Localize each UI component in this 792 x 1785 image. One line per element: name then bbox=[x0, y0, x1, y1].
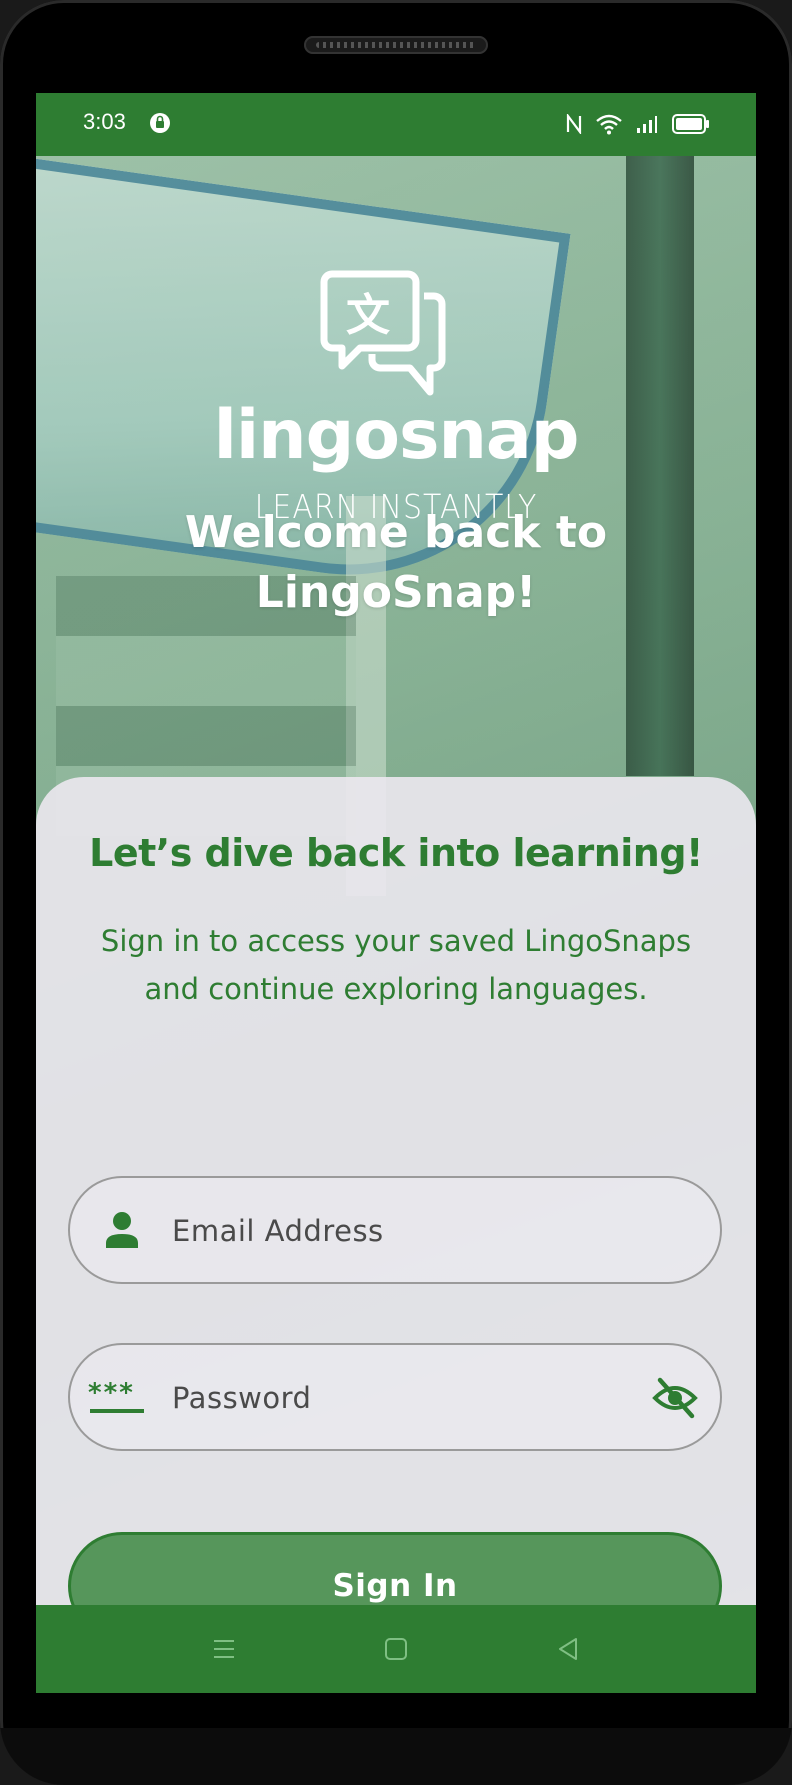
signal-icon bbox=[637, 116, 657, 133]
welcome-line-1: Welcome back to bbox=[184, 507, 608, 558]
navigation-bar bbox=[36, 1605, 756, 1693]
card-title: Let’s dive back into learning! bbox=[89, 831, 703, 875]
chat-translate-icon: 文 bbox=[320, 270, 446, 396]
wifi-icon bbox=[596, 114, 622, 135]
card-subtitle-line-2: and continue exploring languages. bbox=[144, 972, 648, 1006]
logo-wordmark: lingosnap bbox=[213, 396, 580, 475]
person-icon bbox=[106, 1212, 138, 1248]
nfc-icon bbox=[566, 114, 582, 134]
privacy-icon bbox=[150, 113, 170, 133]
svg-text:***: *** bbox=[88, 1378, 135, 1408]
bottom-bezel bbox=[0, 1728, 792, 1785]
status-icons bbox=[566, 109, 710, 139]
screen: 3:03 文 lingosnap LEARN INSTANTLY Welcome… bbox=[36, 93, 756, 1693]
speaker-grille bbox=[304, 36, 488, 54]
status-bar: 3:03 bbox=[36, 93, 756, 156]
menu-icon[interactable] bbox=[208, 1633, 240, 1665]
phone-frame: 3:03 文 lingosnap LEARN INSTANTLY Welcome… bbox=[0, 0, 792, 1785]
email-input[interactable] bbox=[170, 1198, 614, 1264]
home-icon[interactable] bbox=[380, 1633, 412, 1665]
logo-glyph: 文 bbox=[346, 290, 390, 341]
eye-off-icon[interactable] bbox=[652, 1376, 698, 1420]
password-input[interactable] bbox=[170, 1365, 614, 1431]
status-time: 3:03 bbox=[83, 109, 126, 134]
password-icon: *** bbox=[88, 1378, 144, 1413]
welcome-heading: Welcome back to LingoSnap! bbox=[36, 503, 756, 623]
battery-icon bbox=[672, 114, 709, 134]
password-field[interactable]: *** bbox=[68, 1343, 722, 1451]
email-field[interactable] bbox=[68, 1176, 722, 1284]
back-icon[interactable] bbox=[552, 1633, 584, 1665]
card-subtitle: Sign in to access your saved LingoSnaps … bbox=[56, 917, 736, 1013]
welcome-line-2: LingoSnap! bbox=[255, 567, 537, 618]
card-subtitle-line-1: Sign in to access your saved LingoSnaps bbox=[100, 924, 692, 958]
